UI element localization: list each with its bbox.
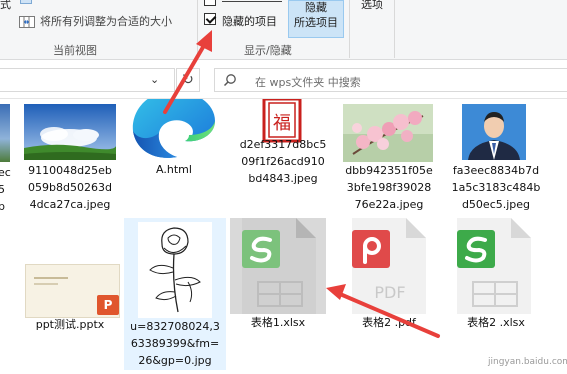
annotation-arrows	[163, 30, 440, 338]
watermark-text: jingyan.baidu.com	[488, 357, 567, 367]
annotation-arrow-up	[163, 30, 212, 114]
annotation-arrow-left	[326, 284, 440, 338]
